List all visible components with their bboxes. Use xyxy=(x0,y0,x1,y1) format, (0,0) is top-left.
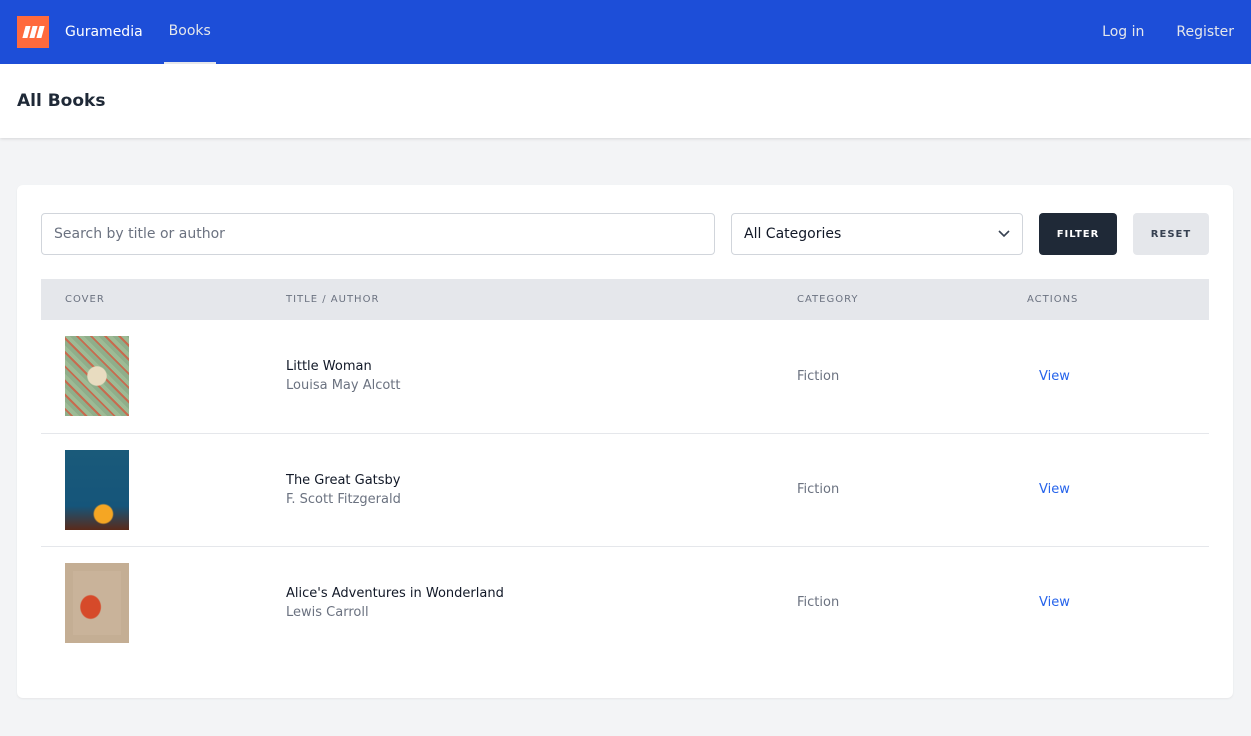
book-author: F. Scott Fitzgerald xyxy=(286,491,401,507)
view-link[interactable]: View xyxy=(1039,482,1070,497)
page-header: All Books xyxy=(0,64,1251,138)
logo-icon[interactable] xyxy=(17,16,49,48)
view-link[interactable]: View xyxy=(1039,595,1070,610)
book-category: Fiction xyxy=(773,320,1003,434)
book-author: Louisa May Alcott xyxy=(286,378,401,394)
table-row: Alice's Adventures in Wonderland Lewis Ca… xyxy=(41,546,1209,659)
book-category: Fiction xyxy=(797,595,840,611)
top-nav: Guramedia Books Log in Register xyxy=(0,0,1251,64)
book-title: The Great Gatsby xyxy=(286,472,401,488)
register-link[interactable]: Register xyxy=(1176,24,1234,40)
reset-button[interactable]: RESET xyxy=(1133,213,1209,255)
books-table: COVER TITLE / AUTHOR CATEGORY ACTIONS Li… xyxy=(41,279,1209,659)
col-actions: ACTIONS xyxy=(1003,279,1209,320)
book-cover-image xyxy=(65,562,129,643)
book-title: Little Woman xyxy=(286,359,372,375)
book-cover-image xyxy=(65,449,129,530)
category-select[interactable]: All Categories xyxy=(731,213,1023,255)
view-link[interactable]: View xyxy=(1039,369,1070,384)
col-cover: COVER xyxy=(41,279,262,320)
page-title: All Books xyxy=(17,91,106,111)
nav-books[interactable]: Books xyxy=(163,0,216,64)
books-card: All Categories FILTER RESET COVER TITLE … xyxy=(17,185,1233,698)
brand-link[interactable]: Guramedia xyxy=(65,24,143,40)
table-row: The Great Gatsby F. Scott Fitzgerald Fict… xyxy=(41,433,1209,547)
book-cover-image xyxy=(65,336,129,417)
col-category: CATEGORY xyxy=(773,279,1003,320)
book-category: Fiction xyxy=(773,433,1003,547)
chevron-down-icon xyxy=(998,230,1010,238)
filter-button[interactable]: FILTER xyxy=(1039,213,1117,255)
search-input[interactable] xyxy=(41,213,715,255)
book-title: Alice's Adventures in Wonderland xyxy=(286,585,504,601)
login-link[interactable]: Log in xyxy=(1102,24,1144,40)
table-row: Little Woman Louisa May Alcott Fiction Vi… xyxy=(41,320,1209,434)
col-title: TITLE / AUTHOR xyxy=(262,279,773,320)
book-author: Lewis Carroll xyxy=(286,604,369,620)
category-value: All Categories xyxy=(744,226,842,242)
